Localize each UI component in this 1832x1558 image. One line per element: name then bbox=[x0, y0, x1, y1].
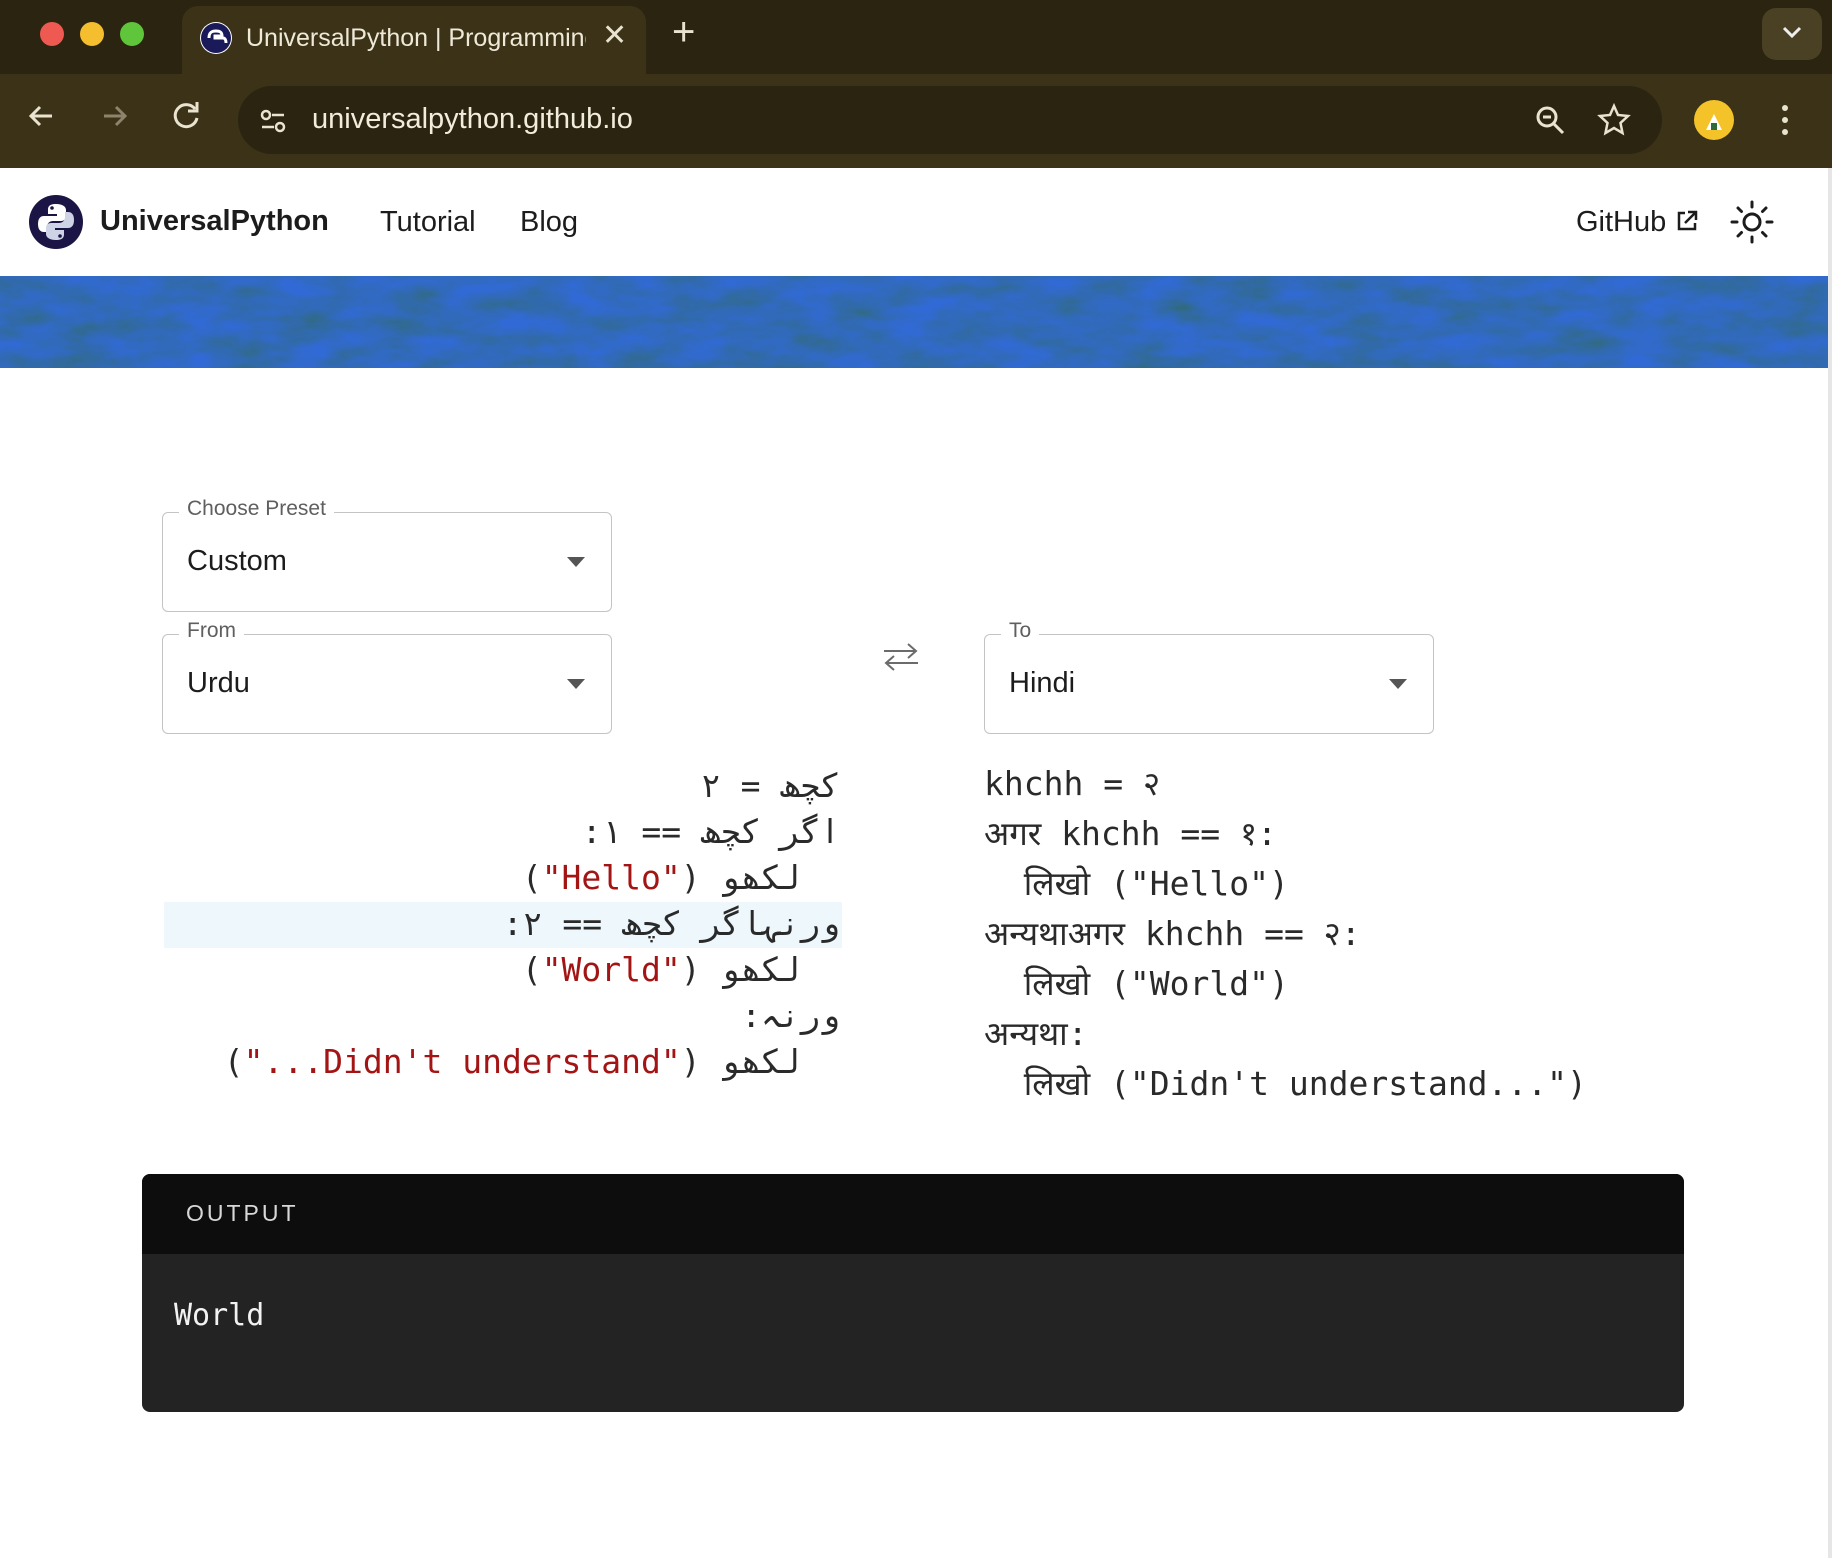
to-value: Hindi bbox=[1009, 667, 1076, 699]
address-bar[interactable]: universalpython.github.io bbox=[238, 86, 1662, 154]
code-line: khchh = २ bbox=[984, 764, 1161, 803]
preset-value: Custom bbox=[187, 545, 287, 577]
tab-search-icon[interactable] bbox=[1762, 8, 1822, 60]
preset-select[interactable]: Choose Preset Custom bbox=[162, 497, 612, 612]
to-language-select[interactable]: To Hindi bbox=[984, 619, 1434, 734]
close-window-button[interactable] bbox=[40, 22, 64, 46]
brand-name[interactable]: UniversalPython bbox=[100, 205, 329, 238]
code-line: ورنہ: bbox=[741, 996, 840, 1035]
code-line: اگر کچھ == ۱: bbox=[581, 812, 840, 851]
code-line: अन्यथाअगर khchh == २: bbox=[984, 914, 1361, 953]
tab-title: UniversalPython | Programming bbox=[246, 24, 586, 52]
browser-tab[interactable]: UniversalPython | Programming ✕ bbox=[182, 6, 646, 74]
external-link-icon bbox=[1678, 210, 1698, 231]
bookmark-star-icon[interactable] bbox=[1596, 102, 1632, 138]
chevron-down-icon bbox=[567, 557, 585, 567]
close-icon[interactable]: ✕ bbox=[602, 18, 627, 53]
code-line: کچھ = ۲ bbox=[700, 766, 840, 805]
reload-icon[interactable] bbox=[164, 94, 208, 138]
from-language-select[interactable]: From Urdu bbox=[162, 619, 612, 734]
github-link[interactable]: GitHub bbox=[1576, 206, 1700, 239]
code-line: ("...Didn't understand") لکھو bbox=[223, 1042, 800, 1081]
forward-arrow-icon[interactable] bbox=[92, 94, 136, 138]
chevron-down-icon bbox=[1389, 679, 1407, 689]
nav-blog-link[interactable]: Blog bbox=[520, 206, 578, 239]
chevron-down-icon bbox=[567, 679, 585, 689]
browser-chrome: UniversalPython | Programming ✕ + univer… bbox=[0, 0, 1832, 168]
output-header: OUTPUT bbox=[142, 1174, 1684, 1254]
python-logo-icon[interactable] bbox=[28, 194, 84, 250]
url-text: universalpython.github.io bbox=[312, 103, 633, 135]
github-label: GitHub bbox=[1576, 206, 1667, 238]
back-arrow-icon[interactable] bbox=[20, 94, 64, 138]
code-line: ("Hello") لکھو bbox=[521, 858, 800, 897]
minimize-window-button[interactable] bbox=[80, 22, 104, 46]
python-favicon-icon bbox=[200, 22, 232, 54]
code-line: लिखो ("Hello") bbox=[984, 864, 1289, 903]
maximize-window-button[interactable] bbox=[120, 22, 144, 46]
site-settings-icon[interactable] bbox=[256, 104, 290, 138]
code-line: अन्यथा: bbox=[984, 1014, 1088, 1053]
code-line: ورنہاگر کچھ == ۲: bbox=[502, 904, 840, 943]
more-vert-icon[interactable] bbox=[1770, 100, 1800, 140]
from-label: From bbox=[179, 619, 244, 643]
output-title: OUTPUT bbox=[186, 1200, 299, 1226]
swap-arrows-icon[interactable] bbox=[880, 640, 922, 674]
output-text: World bbox=[174, 1298, 265, 1333]
from-value: Urdu bbox=[187, 667, 250, 699]
preset-label: Choose Preset bbox=[179, 497, 334, 521]
sun-icon[interactable] bbox=[1728, 198, 1776, 246]
nav-tutorial-link[interactable]: Tutorial bbox=[380, 206, 476, 239]
output-panel: OUTPUT World bbox=[142, 1174, 1684, 1412]
new-tab-icon[interactable]: + bbox=[672, 10, 695, 55]
code-line: ("World") لکھو bbox=[521, 950, 800, 989]
to-label: To bbox=[1001, 619, 1040, 643]
zoom-icon[interactable] bbox=[1532, 102, 1568, 138]
code-line: लिखो ("Didn't understand...") bbox=[984, 1064, 1587, 1103]
hero-banner-image bbox=[0, 276, 1828, 368]
site-header: UniversalPython Tutorial Blog GitHub bbox=[0, 168, 1828, 276]
page-scrollbar[interactable] bbox=[1828, 168, 1832, 1558]
code-line: अगर khchh == १: bbox=[984, 814, 1277, 853]
code-line: लिखो ("World") bbox=[984, 964, 1289, 1003]
profile-icon[interactable] bbox=[1694, 100, 1734, 140]
